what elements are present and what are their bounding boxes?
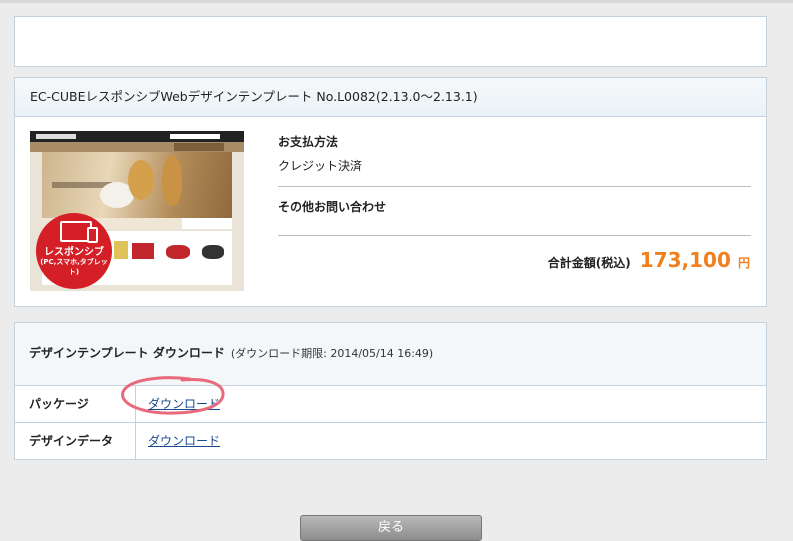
download-panel: デザインテンプレート ダウンロード (ダウンロード期限: 2014/05/14 1… [14, 322, 767, 460]
product-panel: EC-CUBEレスポンシブWebデザインテンプレート No.L0082(2.13… [14, 77, 767, 307]
download-deadline: (ダウンロード期限: 2014/05/14 16:49) [230, 347, 434, 360]
message-panel [14, 16, 767, 67]
badge-title: レスポンシブ [44, 247, 104, 258]
download-row-package: パッケージ ダウンロード [15, 386, 766, 423]
total-unit: 円 [737, 256, 750, 270]
download-header: デザインテンプレート ダウンロード (ダウンロード期限: 2014/05/14 1… [15, 323, 766, 386]
total-label: 合計金額(税込) [547, 256, 631, 270]
product-thumbnail: レスポンシブ (PC,スマホ,タブレット) [30, 131, 244, 291]
product-title: EC-CUBEレスポンシブWebデザインテンプレート No.L0082(2.13… [15, 78, 766, 117]
package-download-link[interactable]: ダウンロード [148, 386, 220, 422]
package-label: パッケージ [29, 397, 89, 411]
divider [278, 186, 751, 187]
design-data-download-link[interactable]: ダウンロード [148, 423, 220, 459]
devices-icon [60, 221, 98, 243]
total-value: 173,100 [639, 248, 731, 272]
total-row: 合計金額(税込) 173,100 円 [548, 248, 750, 272]
download-row-design-data: デザインデータ ダウンロード [15, 423, 766, 459]
design-data-label: デザインデータ [29, 434, 114, 448]
payment-info: お支払方法 クレジット決済 その他お問い合わせ [278, 132, 751, 236]
responsive-badge: レスポンシブ (PC,スマホ,タブレット) [36, 213, 112, 289]
download-title: デザインテンプレート ダウンロード [29, 346, 225, 360]
back-button[interactable]: 戻る [300, 515, 482, 541]
column-divider [135, 386, 136, 422]
payment-method-label: お支払方法 [278, 135, 339, 149]
badge-subtitle: (PC,スマホ,タブレット) [40, 258, 108, 276]
payment-method-value: クレジット決済 [278, 159, 363, 173]
top-bar [0, 0, 793, 3]
inquiry-label: その他お問い合わせ [278, 200, 387, 214]
column-divider [135, 423, 136, 459]
divider [278, 235, 751, 236]
